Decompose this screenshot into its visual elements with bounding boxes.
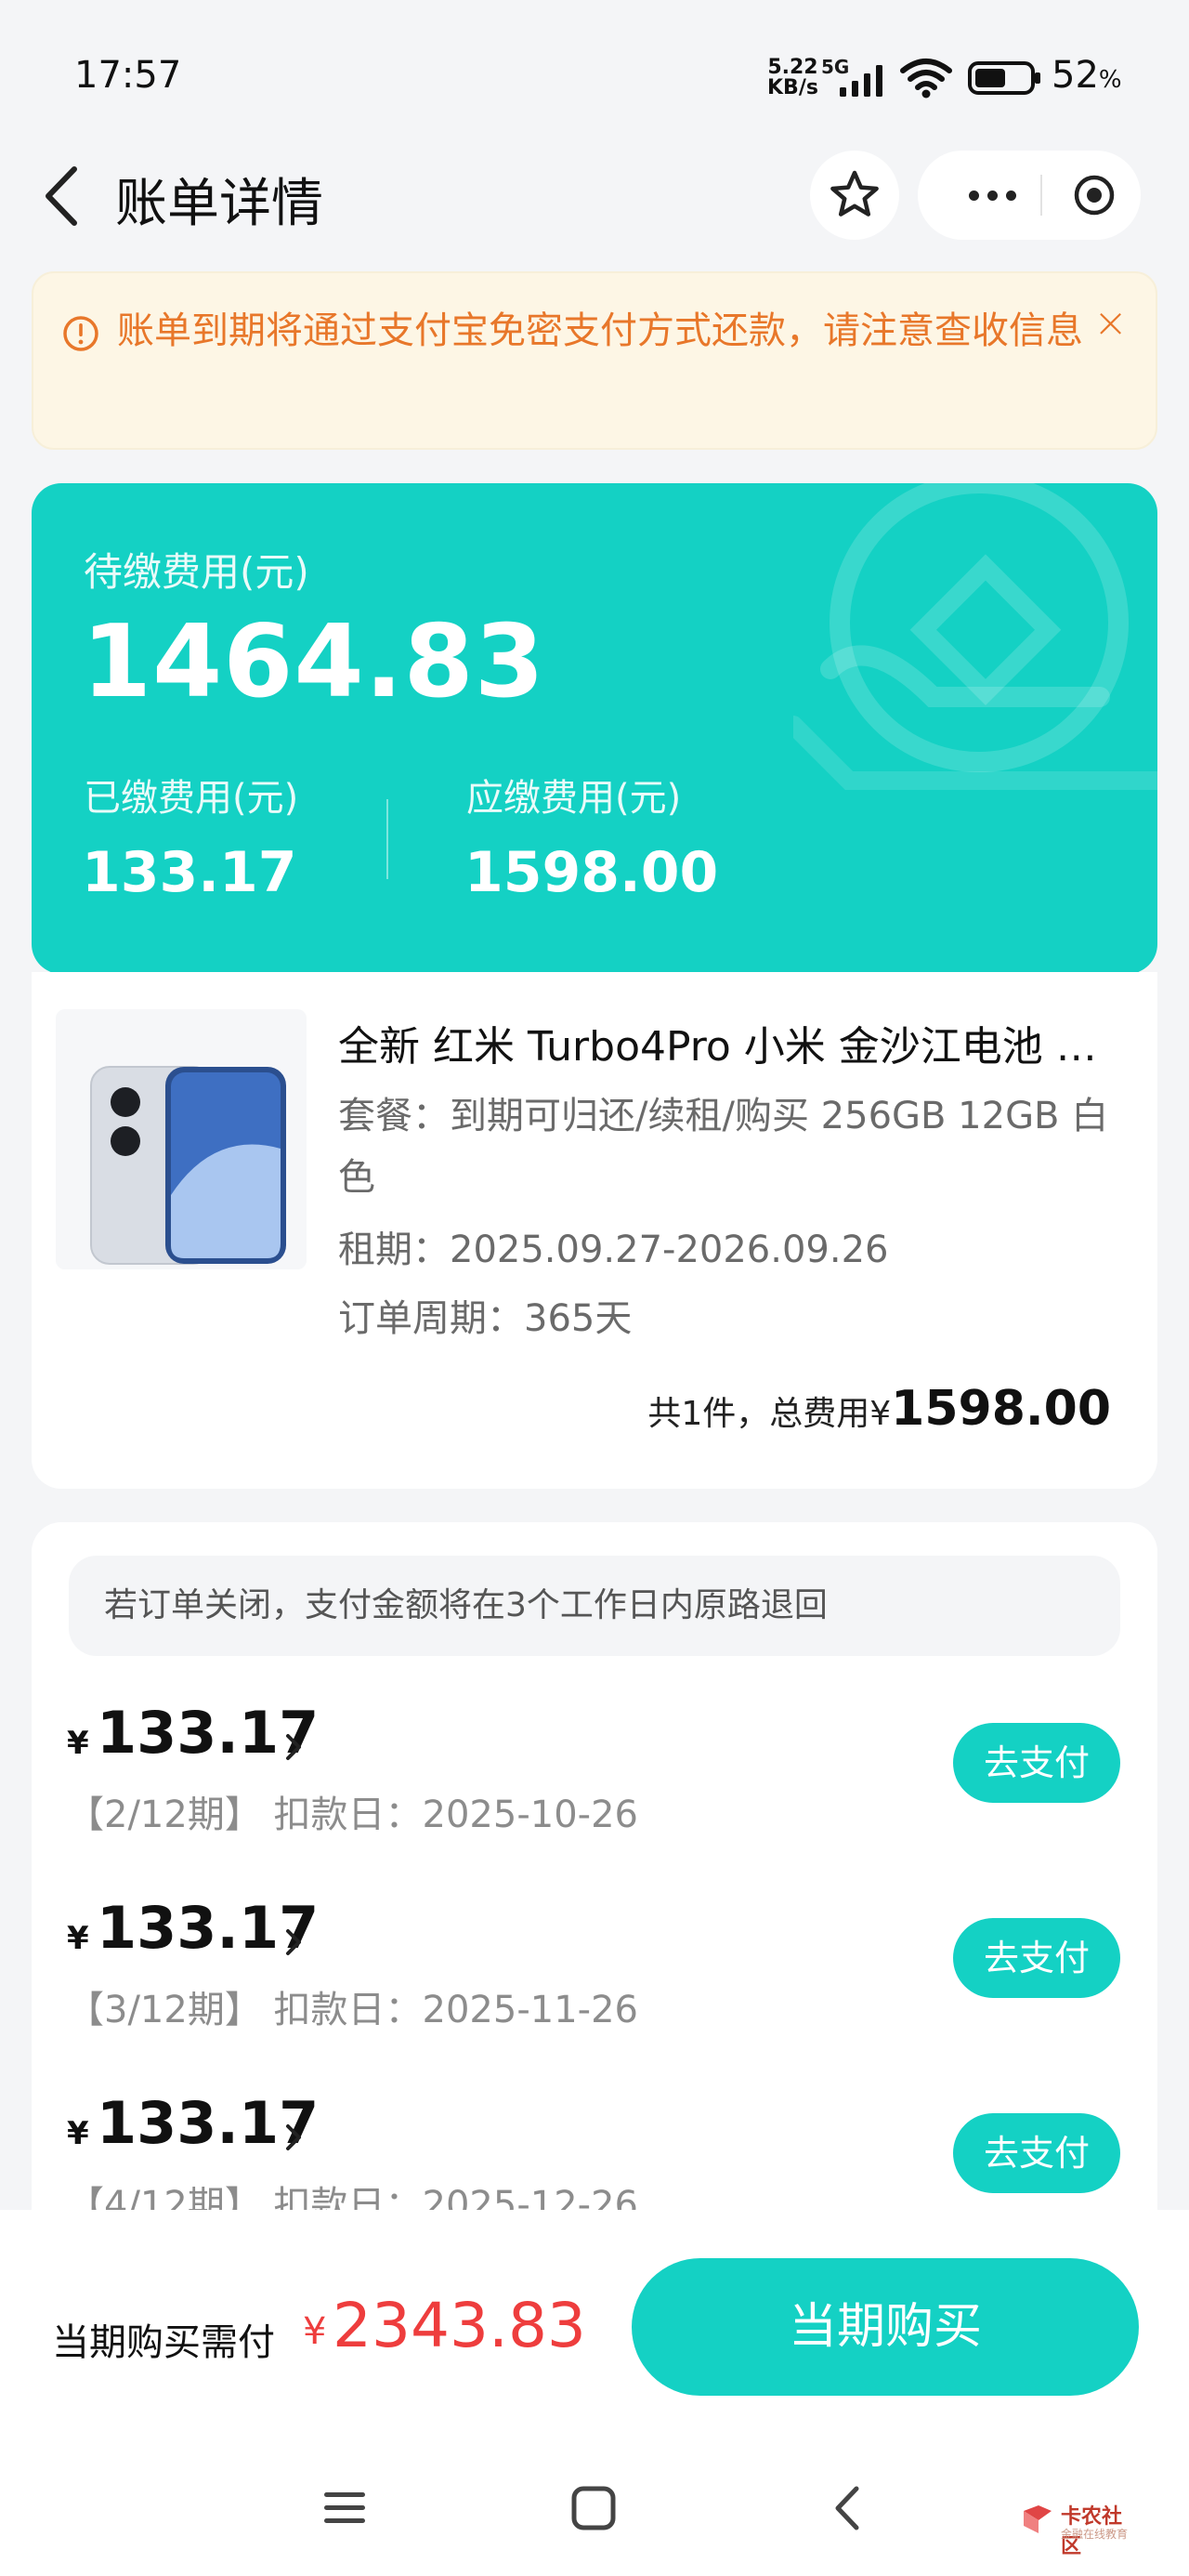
mini-program-capsule [918, 151, 1141, 240]
installment-currency: ¥ [67, 2115, 89, 2152]
pay-button[interactable]: 去支付 [953, 1918, 1120, 1998]
more-icon[interactable] [955, 171, 1029, 219]
current-payment-currency: ¥ [303, 2310, 327, 2353]
installment-detail: 【3/12期】 扣款日：2025-11-26 [67, 1989, 638, 2031]
favorite-button[interactable] [810, 151, 899, 240]
current-payment-label: 当期购买需付 [52, 2321, 275, 2364]
fee-divider [386, 799, 388, 879]
installment-row[interactable]: ¥ 133.17 【3/12期】 扣款日：2025-11-26 去支付 [32, 1881, 1157, 2067]
product-name: 全新 红米 Turbo4Pro 小米 金沙江电池 骁龙8s [338, 1023, 1137, 1071]
network-speed-value: 5.22 [767, 56, 818, 79]
due-fee-amount: 1598.00 [464, 840, 719, 905]
signal-icon [840, 65, 882, 97]
wifi-icon [900, 59, 952, 99]
chevron-right-icon[interactable] [281, 2119, 307, 2156]
battery-level-unit: % [1098, 66, 1122, 94]
due-fee-label: 应缴费用(元) [466, 777, 682, 820]
capsule-divider [1040, 175, 1042, 216]
installment-row[interactable]: ¥ 133.17 【4/12期】 扣款日：2025-12-26 去支付 [32, 2076, 1157, 2210]
home-icon[interactable] [570, 2485, 617, 2531]
status-bar: 17:57 5.22 KB/s 5G 52% [0, 0, 1189, 139]
battery-icon [968, 61, 1040, 95]
pending-fee-amount: 1464.83 [82, 604, 545, 720]
product-card[interactable]: 全新 红米 Turbo4Pro 小米 金沙江电池 骁龙8s 套餐：到期可归还/续… [32, 972, 1157, 1489]
order-total-amount: 1598.00 [891, 1381, 1111, 1437]
pay-button[interactable]: 去支付 [953, 1723, 1120, 1803]
network-speed-unit: KB/s [767, 76, 818, 99]
installment-currency: ¥ [67, 1920, 89, 1957]
pay-button[interactable]: 去支付 [953, 2113, 1120, 2193]
fee-summary-card: 待缴费用(元) 1464.83 已缴费用(元) 133.17 应缴费用(元) 1… [32, 483, 1157, 974]
buy-now-button[interactable]: 当期购买 [632, 2258, 1139, 2396]
product-plan: 套餐：到期可归还/续租/购买 256GB 12GB 白色 [338, 1095, 1109, 1199]
watermark-subtext: 金融在线教育 [1061, 2528, 1129, 2541]
chevron-right-icon[interactable] [281, 1728, 307, 1766]
order-total: 共1件，总费用¥1598.00 [647, 1381, 1111, 1437]
watermark: 卡农社区 金融在线教育 [1020, 2494, 1141, 2558]
rental-period: 租期：2025.09.27-2026.09.26 [338, 1229, 889, 1271]
network-speed: 5.22 KB/s [767, 58, 818, 99]
installment-currency: ¥ [67, 1725, 89, 1762]
payment-notice: 账单到期将通过支付宝免密支付方式还款，请注意查收信息 × [32, 271, 1157, 450]
menu-icon[interactable] [321, 2487, 368, 2530]
installments-card: 若订单关闭，支付金额将在3个工作日内原路退回 ¥ 133.17 【2/12期】 … [32, 1522, 1157, 2210]
order-cycle: 订单周期：365天 [338, 1297, 633, 1340]
info-icon [63, 316, 98, 351]
notice-text: 账单到期将通过支付宝免密支付方式还款，请注意查收信息 [117, 309, 1083, 352]
battery-level: 52% [1052, 54, 1122, 97]
installment-detail: 【2/12期】 扣款日：2025-10-26 [67, 1794, 638, 1836]
product-phone-image [56, 1009, 307, 1269]
star-icon [830, 170, 879, 217]
order-total-currency: ¥ [869, 1395, 892, 1433]
system-navigation-bar: 卡农社区 金融在线教育 [0, 2472, 1189, 2576]
page-title: 账单详情 [115, 174, 323, 234]
pending-fee-label: 待缴费用(元) [84, 549, 309, 595]
refund-tip: 若订单关闭，支付金额将在3个工作日内原路退回 [69, 1556, 1120, 1656]
back-arrow-icon[interactable] [37, 164, 89, 229]
watermark-logo-icon [1024, 2505, 1052, 2533]
close-target-icon[interactable] [1074, 175, 1115, 216]
paid-fee-amount: 133.17 [82, 840, 297, 905]
battery-level-value: 52 [1052, 54, 1099, 97]
order-total-prefix: 共1件，总费用 [647, 1395, 870, 1433]
chevron-right-icon[interactable] [281, 1924, 307, 1961]
bottom-bar: 当期购买需付 ¥ 2343.83 当期购买 卡农社区 金融在线教育 [0, 2210, 1189, 2576]
close-icon[interactable]: × [1093, 299, 1128, 347]
status-time: 17:57 [74, 54, 182, 97]
installment-row[interactable]: ¥ 133.17 【2/12期】 扣款日：2025-10-26 去支付 [32, 1686, 1157, 1872]
wallet-decoration-icon [793, 483, 1157, 790]
system-back-icon[interactable] [829, 2483, 866, 2533]
paid-fee-label: 已缴费用(元) [84, 777, 299, 820]
installment-detail: 【4/12期】 扣款日：2025-12-26 [67, 2184, 638, 2210]
current-payment-amount: 2343.83 [333, 2290, 586, 2361]
